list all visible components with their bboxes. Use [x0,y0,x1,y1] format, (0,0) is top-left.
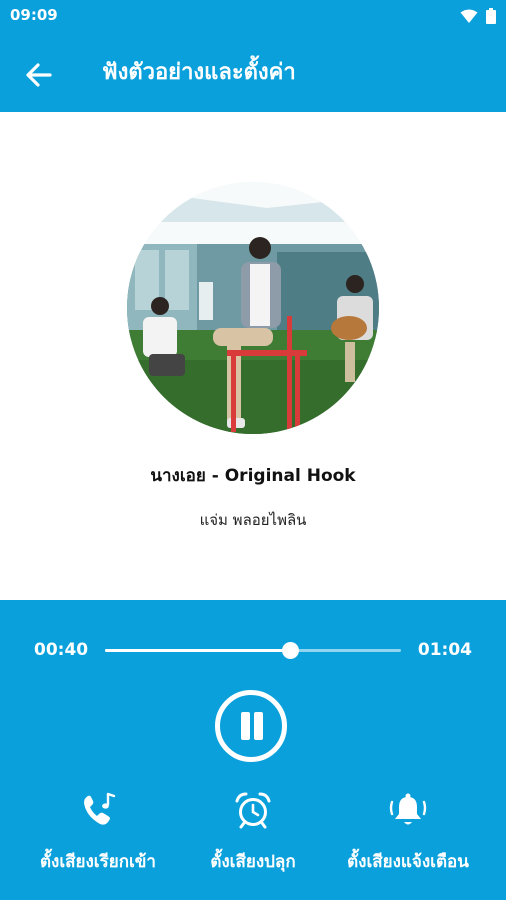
seek-bar-progress [105,649,290,652]
page-title: ฟังตัวอย่างและตั้งค่า [102,60,296,85]
player-panel: 00:40 01:04 ตั้งเสียงเรียกเข้า ตั้งเสียง… [0,600,506,900]
arrow-left-icon [26,63,52,87]
song-title: นางเอย - Original Hook [150,466,356,486]
seek-bar-thumb[interactable] [282,642,299,659]
pause-button[interactable] [215,690,287,762]
battery-icon [486,8,496,24]
status-time: 09:09 [10,6,58,24]
set-notification-label: ตั้งเสียงแจ้งเตือน [347,852,469,872]
total-time: 01:04 [417,640,472,660]
set-ringtone-button[interactable]: ตั้งเสียงเรียกเข้า [14,790,182,880]
status-icons [460,8,496,24]
set-ringtone-label: ตั้งเสียงเรียกเข้า [40,852,156,872]
current-time: 00:40 [34,640,89,660]
wifi-icon [460,9,478,23]
set-alarm-label: ตั้งเสียงปลุก [210,852,296,872]
album-art [127,182,379,434]
alarm-clock-icon [235,792,271,829]
pause-icon [241,712,250,740]
back-button[interactable] [22,58,56,92]
phone-music-icon [84,792,116,825]
set-alarm-button[interactable]: ตั้งเสียงปลุก [169,790,337,880]
bell-icon [389,793,427,825]
set-notification-button[interactable]: ตั้งเสียงแจ้งเตือน [324,790,492,880]
status-bar: 09:09 [0,0,506,32]
artist-name: แจ่ม พลอยไพลิน [199,511,307,529]
seek-bar[interactable] [105,642,401,659]
app-header: 09:09 ฟังตัวอย่างและตั้งค่า [0,0,506,112]
pause-icon-bar [254,712,263,740]
